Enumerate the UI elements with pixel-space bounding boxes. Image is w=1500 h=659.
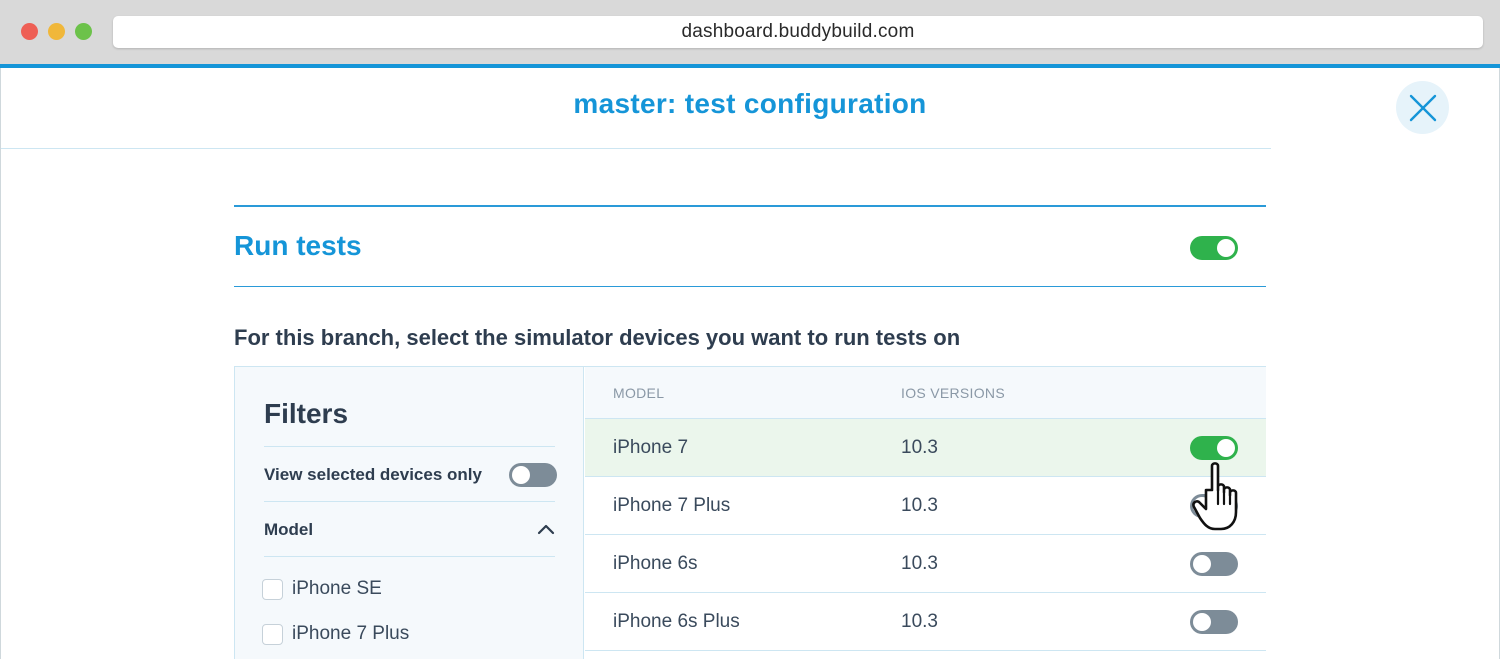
modal-title: master: test configuration	[573, 88, 927, 119]
table-row[interactable]: iPhone 6s Plus 10.3	[585, 593, 1266, 651]
model-option-label: iPhone 7 Plus	[292, 623, 410, 644]
model-filter-label: Model	[264, 520, 314, 539]
filters-sidebar: Filters View selected devices only Model…	[235, 367, 584, 659]
run-tests-title: Run tests	[234, 230, 362, 261]
close-button[interactable]	[1396, 81, 1449, 134]
row-model: iPhone 6s Plus	[613, 611, 740, 632]
device-toggle[interactable]	[1190, 436, 1238, 460]
filters-title: Filters	[264, 398, 349, 429]
row-model: iPhone 7	[613, 437, 689, 458]
table-header: MODEL IOS VERSIONS	[585, 367, 1266, 419]
toggle-knob	[1217, 439, 1235, 457]
checkbox[interactable]	[262, 623, 283, 645]
close-x-icon	[1409, 94, 1436, 121]
table-row[interactable]: iPhone 7 Plus 10.3	[585, 477, 1266, 535]
table-row[interactable]: iPhone 7 10.3	[585, 419, 1266, 477]
table-row[interactable]: iPhone 6s 10.3	[585, 535, 1266, 593]
row-ios-version: 10.3	[901, 495, 938, 516]
row-ios-version: 10.3	[901, 553, 938, 574]
address-bar[interactable]: dashboard.buddybuild.com	[113, 16, 1483, 48]
row-ios-version: 10.3	[901, 437, 938, 458]
device-table: MODEL IOS VERSIONS iPhone 7 10.3 iPhone …	[585, 367, 1266, 659]
device-selection-heading: For this branch, select the simulator de…	[234, 325, 961, 350]
row-model: iPhone 7 Plus	[613, 495, 731, 516]
column-header-model: MODEL	[613, 385, 665, 401]
row-ios-version: 10.3	[901, 611, 938, 632]
filters-divider	[264, 446, 555, 447]
toggle-knob	[1193, 555, 1211, 573]
view-selected-toggle[interactable]	[509, 463, 557, 487]
toggle-knob	[1193, 613, 1211, 631]
run-tests-rule-bottom	[234, 286, 1266, 287]
address-bar-url: dashboard.buddybuild.com	[681, 21, 915, 42]
toggle-knob	[1217, 239, 1235, 257]
run-tests-toggle[interactable]	[1190, 236, 1238, 260]
filters-divider	[264, 556, 555, 557]
toggle-knob	[1193, 497, 1211, 515]
run-tests-rule-top	[234, 205, 1266, 207]
device-toggle[interactable]	[1190, 494, 1238, 518]
model-option-iphone-se[interactable]: iPhone SE	[262, 578, 382, 600]
model-option-iphone-7-plus[interactable]: iPhone 7 Plus	[262, 623, 409, 645]
toggle-knob	[512, 466, 530, 484]
filters-divider	[264, 501, 555, 502]
device-panel: Filters View selected devices only Model…	[234, 366, 1266, 659]
run-tests-toggle-wrap	[1190, 236, 1238, 260]
view-selected-toggle-wrap	[509, 463, 557, 487]
header-accent-line	[0, 64, 1500, 68]
column-header-ios-versions: IOS VERSIONS	[901, 385, 1005, 401]
window-zoom-dot[interactable]	[75, 23, 92, 40]
chevron-up-icon[interactable]	[537, 522, 555, 536]
window-close-dot[interactable]	[21, 23, 38, 40]
frame-edge-left	[0, 68, 1, 659]
device-toggle[interactable]	[1190, 610, 1238, 634]
browser-chrome: dashboard.buddybuild.com	[0, 0, 1500, 64]
device-toggle[interactable]	[1190, 552, 1238, 576]
header-divider	[1, 148, 1271, 149]
window-minimize-dot[interactable]	[48, 23, 65, 40]
row-model: iPhone 6s	[613, 553, 698, 574]
view-selected-label: View selected devices only	[264, 465, 482, 484]
checkbox[interactable]	[262, 578, 283, 600]
model-option-label: iPhone SE	[292, 578, 382, 599]
